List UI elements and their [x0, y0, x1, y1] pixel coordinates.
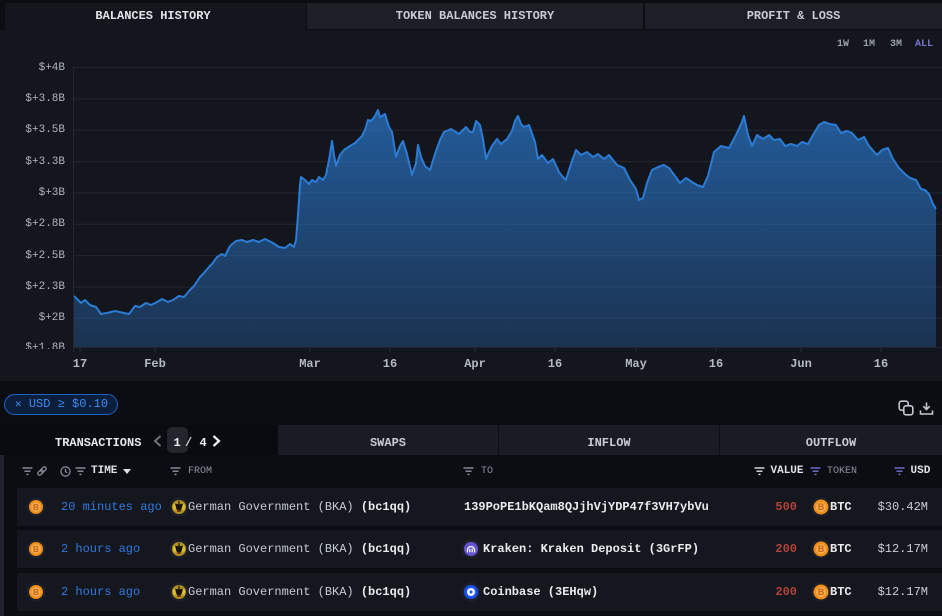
- svg-text:B: B: [33, 544, 39, 554]
- svg-text:B: B: [817, 544, 824, 554]
- svg-text:B: B: [33, 587, 39, 597]
- svg-text:B: B: [817, 502, 824, 512]
- svg-text:B: B: [817, 587, 824, 597]
- svg-text:B: B: [33, 502, 39, 512]
